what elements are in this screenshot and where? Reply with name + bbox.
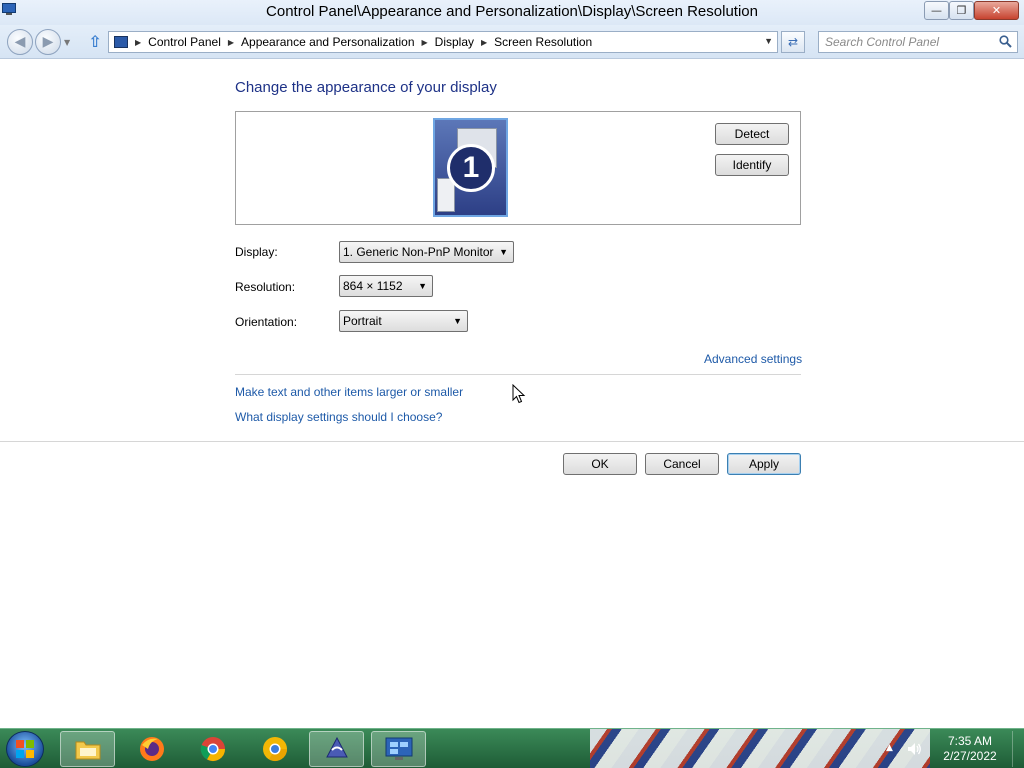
refresh-button[interactable]: ⇄ (781, 31, 805, 53)
show-hidden-icons-icon[interactable]: ▲ (886, 743, 893, 753)
breadcrumb-display[interactable]: Display (435, 35, 474, 49)
text-size-link[interactable]: Make text and other items larger or smal… (235, 385, 463, 399)
cancel-button[interactable]: Cancel (645, 453, 719, 475)
monitor-number: 1 (447, 144, 495, 192)
breadcrumb-screen-resolution[interactable]: Screen Resolution (494, 35, 592, 49)
back-arrow-icon: ◀ (14, 34, 26, 50)
display-label: Display: (235, 245, 278, 259)
system-tray: ▲ 7:35 AM 2/27/2022 (878, 731, 1024, 767)
detect-button[interactable]: Detect (715, 123, 789, 145)
divider (235, 374, 801, 375)
chrome-icon (200, 737, 225, 762)
resolution-select-value: 864 × 1152 (343, 279, 403, 293)
refresh-icon: ⇄ (787, 35, 799, 49)
clock-time: 7:35 AM (947, 734, 993, 748)
advanced-settings-link[interactable]: Advanced settings (704, 352, 802, 366)
show-desktop-button[interactable] (1012, 731, 1024, 767)
window-title: Control Panel\Appearance and Personaliza… (266, 3, 758, 20)
display-select[interactable]: 1. Generic Non-PnP Monitor ▼ (339, 241, 514, 263)
recent-pages-dropdown[interactable]: ▼ (64, 38, 70, 47)
chevron-right-icon[interactable]: ▶ (481, 38, 487, 47)
search-box[interactable] (818, 31, 1018, 53)
back-button[interactable]: ◀ (7, 29, 33, 55)
maximize-button[interactable]: ❐ (949, 1, 974, 20)
chromium-icon (262, 737, 287, 762)
orientation-label: Orientation: (235, 315, 298, 329)
chevron-down-icon: ▼ (418, 281, 427, 291)
forward-button[interactable]: ▶ (35, 29, 61, 55)
orientation-select[interactable]: Portrait ▼ (339, 310, 468, 332)
windows-logo-icon (16, 740, 34, 758)
chevron-down-icon: ▼ (453, 316, 462, 326)
taskbar-inkscape[interactable] (309, 731, 364, 767)
forward-arrow-icon: ▶ (42, 34, 54, 50)
search-input[interactable] (819, 32, 989, 52)
minimize-button[interactable]: — (924, 1, 949, 20)
control-panel-icon (385, 737, 412, 760)
taskbar-control-panel[interactable] (371, 731, 426, 767)
mouse-cursor-icon (512, 384, 526, 404)
identify-button[interactable]: Identify (715, 154, 789, 176)
chevron-down-icon[interactable]: ▼ (764, 36, 773, 46)
close-button[interactable]: ✕ (974, 1, 1019, 20)
navigation-bar: ◀ ▶ ▼ ⇧ ▶ Control Panel ▶ Appearance and… (0, 25, 1024, 59)
taskbar-chromium[interactable] (247, 731, 302, 767)
clock[interactable]: 7:35 AM 2/27/2022 (934, 734, 1006, 764)
start-button[interactable] (6, 731, 44, 767)
taskbar-chrome[interactable] (185, 731, 240, 767)
divider (0, 441, 1024, 442)
orientation-select-value: Portrait (343, 314, 382, 328)
up-arrow-icon[interactable]: ⇧ (86, 32, 104, 51)
chevron-right-icon[interactable]: ▶ (422, 38, 428, 47)
taskbar-firefox[interactable] (124, 731, 179, 767)
inkscape-icon (325, 736, 348, 758)
monitor-preview-panel: 1 Detect Identify (235, 111, 801, 225)
title-bar: Control Panel\Appearance and Personaliza… (0, 0, 1024, 25)
taskbar: ▲ 7:35 AM 2/27/2022 (0, 728, 1024, 768)
resolution-select[interactable]: 864 × 1152 ▼ (339, 275, 433, 297)
volume-icon[interactable] (906, 741, 922, 757)
folder-icon (75, 741, 100, 760)
breadcrumb-appearance[interactable]: Appearance and Personalization (241, 35, 414, 49)
apply-button[interactable]: Apply (727, 453, 801, 475)
firefox-icon (139, 737, 164, 761)
display-select-value: 1. Generic Non-PnP Monitor (343, 245, 494, 259)
page-title: Change the appearance of your display (235, 79, 497, 96)
chevron-down-icon: ▼ (499, 247, 508, 257)
search-icon[interactable] (999, 35, 1012, 48)
chevron-right-icon[interactable]: ▶ (228, 38, 234, 47)
display-help-link[interactable]: What display settings should I choose? (235, 410, 442, 424)
ok-button[interactable]: OK (563, 453, 637, 475)
address-bar[interactable]: ▶ Control Panel ▶ Appearance and Persona… (108, 31, 778, 53)
clock-date: 2/27/2022 (943, 749, 997, 763)
chevron-right-icon[interactable]: ▶ (135, 38, 141, 47)
resolution-label: Resolution: (235, 280, 296, 294)
monitor-1-image[interactable]: 1 (433, 118, 508, 217)
breadcrumb-control-panel[interactable]: Control Panel (148, 35, 221, 49)
taskbar-file-explorer[interactable] (60, 731, 115, 767)
control-panel-icon (114, 36, 128, 48)
